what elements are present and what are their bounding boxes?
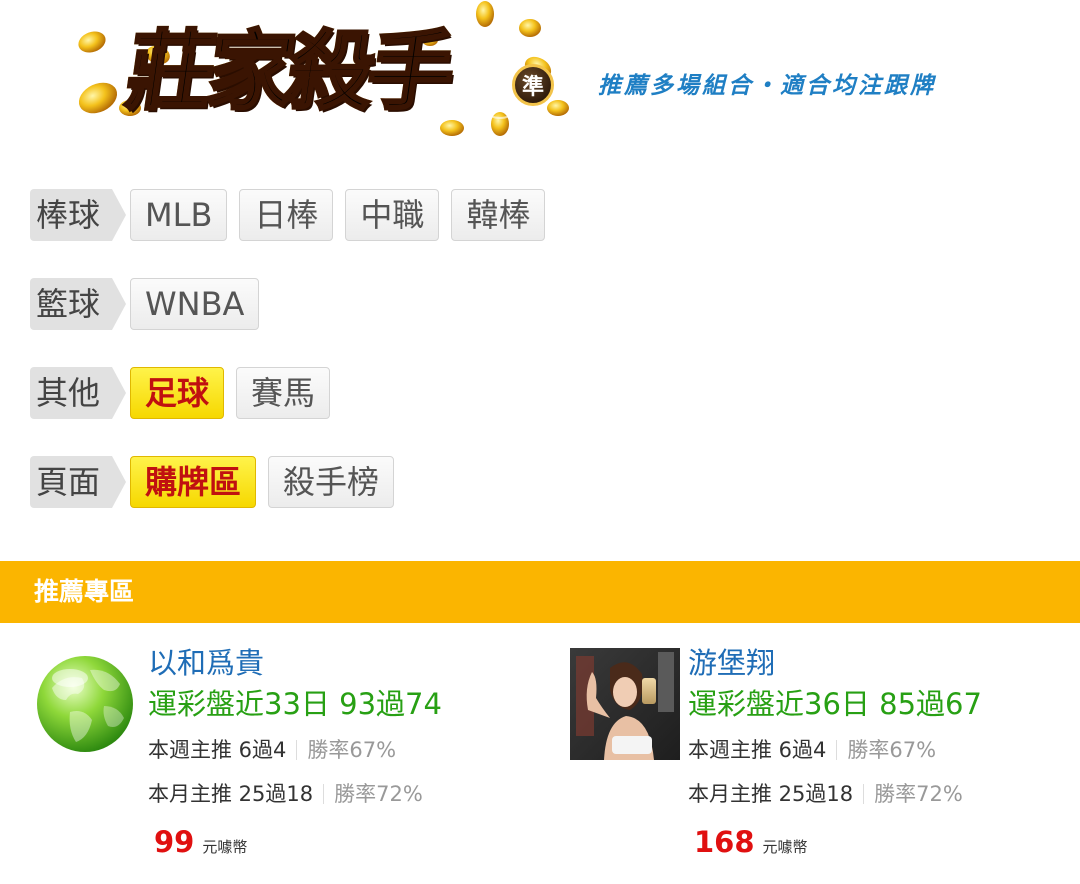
tag-kbo[interactable]: 韓棒 — [451, 189, 546, 241]
tag-soccer[interactable]: 足球 — [130, 367, 225, 419]
price-unit: 元噱幣 — [202, 838, 248, 856]
divider — [836, 740, 838, 760]
tagline: 推薦多場組合・適合均注跟牌 — [598, 73, 936, 99]
tag-mlb[interactable]: MLB — [130, 189, 228, 241]
logo-badge: 準 — [512, 64, 554, 106]
monthly-record: 本月主推 25過18 — [148, 782, 314, 806]
site-logo[interactable]: 莊家殺手 準 — [60, 0, 590, 150]
tipster-info: 以和爲貴 運彩盤近33日 93過74 本週主推 6過4 勝率67% 本月主推 25… — [148, 646, 442, 865]
category-label: 籃球 — [30, 278, 127, 330]
section-header: 推薦專區 — [0, 561, 1080, 623]
tipster-card[interactable]: 游堡翔 運彩盤近36日 85過67 本週主推 6過4 勝率67% 本月主推 25過… — [570, 646, 1070, 866]
price-amount: 99 — [154, 825, 195, 859]
divider — [323, 784, 325, 804]
weekly-win-rate: 勝率67% — [847, 738, 937, 762]
weekly-stat: 本週主推 6過4 勝率67% — [148, 736, 442, 764]
section-title: 推薦專區 — [34, 577, 135, 606]
tag-wnba[interactable]: WNBA — [130, 278, 260, 330]
monthly-stat: 本月主推 25過18 勝率72% — [148, 780, 442, 808]
tipster-record: 運彩盤近36日 85過67 — [688, 687, 982, 721]
tag-horse-racing[interactable]: 賽馬 — [236, 367, 331, 419]
tag-killer-ranking[interactable]: 殺手榜 — [268, 456, 395, 508]
tag-npb[interactable]: 日棒 — [239, 189, 334, 241]
tipster-name[interactable]: 游堡翔 — [688, 646, 982, 680]
tipster-card[interactable]: 以和爲貴 運彩盤近33日 93過74 本週主推 6過4 勝率67% 本月主推 25… — [30, 646, 530, 866]
divider — [863, 784, 865, 804]
weekly-win-rate: 勝率67% — [307, 738, 397, 762]
globe-avatar[interactable] — [30, 648, 140, 760]
tag-cpbl[interactable]: 中職 — [345, 189, 440, 241]
tipster-record: 運彩盤近33日 93過74 — [148, 687, 442, 721]
price-amount: 168 — [694, 825, 755, 859]
category-row-pages: 頁面 購牌區 殺手榜 — [30, 454, 406, 510]
monthly-win-rate: 勝率72% — [874, 782, 963, 806]
monthly-stat: 本月主推 25過18 勝率72% — [688, 780, 982, 808]
tipster-name[interactable]: 以和爲貴 — [148, 646, 442, 680]
category-label: 頁面 — [30, 456, 127, 508]
category-label: 其他 — [30, 367, 127, 419]
category-row-baseball: 棒球 MLB 日棒 中職 韓棒 — [30, 187, 557, 243]
tag-purchase-area[interactable]: 購牌區 — [130, 456, 257, 508]
weekly-stat: 本週主推 6過4 勝率67% — [688, 736, 982, 764]
weekly-record: 本週主推 6過4 — [688, 738, 827, 762]
category-row-other: 其他 足球 賽馬 — [30, 365, 342, 421]
price: 99 元噱幣 — [148, 824, 442, 865]
tipster-info: 游堡翔 運彩盤近36日 85過67 本週主推 6過4 勝率67% 本月主推 25過… — [688, 646, 982, 865]
price: 168 元噱幣 — [688, 824, 982, 865]
logo-text: 莊家殺手 — [119, 20, 515, 124]
category-row-basketball: 籃球 WNBA — [30, 276, 271, 332]
category-label: 棒球 — [30, 189, 127, 241]
weekly-record: 本週主推 6過4 — [148, 738, 287, 762]
price-unit: 元噱幣 — [762, 838, 808, 856]
monthly-record: 本月主推 25過18 — [688, 782, 854, 806]
monthly-win-rate: 勝率72% — [334, 782, 423, 806]
divider — [296, 740, 298, 760]
photo-avatar[interactable] — [570, 648, 680, 760]
